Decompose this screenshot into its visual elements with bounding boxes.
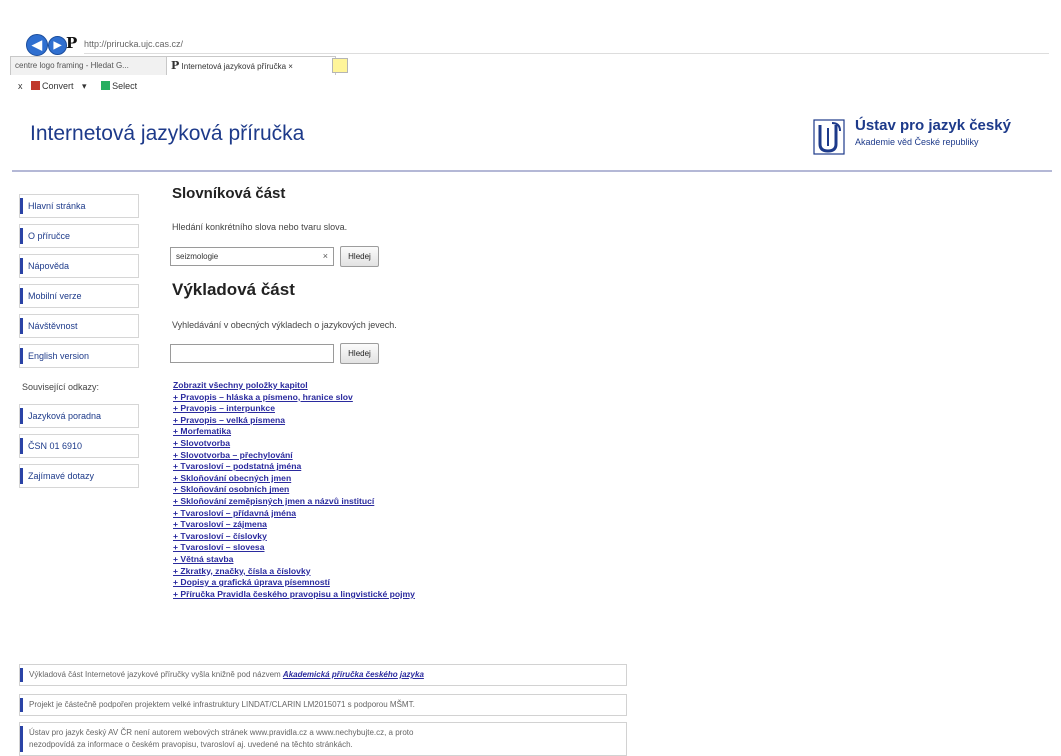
sidebar-item-csn[interactable]: ČSN 01 6910 (19, 434, 139, 458)
sidebar-item-label: Návštěvnost (28, 321, 78, 331)
select-label: Select (112, 81, 138, 91)
sidebar-item-label: English version (28, 351, 90, 361)
footer-marker (20, 726, 23, 752)
chevron-down-icon: ▾ (82, 81, 87, 91)
chapter-link[interactable]: + Pravopis – interpunkce (173, 403, 573, 415)
chapter-links: Zobrazit všechny položky kapitol + Pravo… (173, 380, 573, 600)
forward-button[interactable]: ▶ (48, 36, 67, 55)
pdf-toolbar: x Convert ▾ Select (18, 78, 149, 94)
institute-logo-icon (813, 119, 845, 155)
tab-close-icon[interactable]: × (288, 62, 293, 71)
dictionary-search-button[interactable]: Hledej (340, 246, 379, 267)
close-toolbar-icon[interactable]: x (18, 81, 23, 91)
sidebar-marker (20, 198, 23, 214)
chapter-link[interactable]: + Tvarosloví – přídavná jména (173, 508, 573, 520)
chapter-link[interactable]: + Skloňování osobních jmen (173, 484, 573, 496)
tab-label: Internetová jazyková příručka (181, 62, 287, 71)
tab-strip: centre logo framing - Hledat G... P Inte… (10, 56, 1050, 75)
dictionary-search-input[interactable]: seizmologie × (170, 247, 334, 266)
tab-favicon: P (171, 59, 180, 72)
arrow-right-icon: ▶ (53, 40, 62, 51)
sidebar-marker (20, 348, 23, 364)
sidebar-item-label: Jazyková poradna (28, 411, 102, 421)
select-button[interactable]: Select (101, 81, 143, 91)
tab-prirucka[interactable]: P Internetová jazyková příručka × (166, 56, 336, 75)
sidebar-item-label: Zajímavé dotazy (28, 471, 95, 481)
tab-label: centre logo framing - Hledat G... (15, 61, 129, 70)
chapter-link-all[interactable]: Zobrazit všechny položky kapitol (173, 380, 573, 392)
chapter-link[interactable]: + Pravopis – hláska a písmeno, hranice s… (173, 392, 573, 404)
convert-label: Convert (42, 81, 74, 91)
explanatory-description: Vyhledávání v obecných výkladech o jazyk… (172, 320, 397, 330)
arrow-left-icon: ◀ (32, 37, 42, 52)
footer-book-text: Výkladová část Internetové jazykové přír… (29, 670, 281, 679)
new-tab-button[interactable] (332, 58, 348, 73)
sidebar-item-label: Hlavní stránka (28, 201, 86, 211)
convert-icon (31, 81, 41, 90)
chapter-link[interactable]: + Tvarosloví – číslovky (173, 531, 573, 543)
footer-project-text: Projekt je částečně podpořen projektem v… (29, 700, 415, 709)
address-bar[interactable]: http://prirucka.ujc.cas.cz/ (84, 35, 1049, 54)
sidebar-item-english[interactable]: English version (19, 344, 139, 368)
footer-marker (20, 698, 23, 712)
sidebar-marker (20, 228, 23, 244)
dictionary-search-value: seizmologie (176, 252, 219, 261)
clear-icon[interactable]: × (323, 248, 328, 265)
chapter-link[interactable]: + Slovotvorba (173, 438, 573, 450)
footer-book-link[interactable]: Akademická příručka českého jazyka (283, 670, 424, 679)
explanatory-heading: Výkladová část (172, 280, 295, 299)
site-favicon: P (66, 34, 78, 52)
institute-subtitle: Akademie věd České republiky (855, 137, 979, 147)
institute-name[interactable]: Ústav pro jazyk český (855, 117, 1011, 134)
sidebar-marker (20, 258, 23, 274)
header-divider (12, 170, 1052, 172)
back-button[interactable]: ◀ (26, 34, 48, 56)
sidebar-marker (20, 438, 23, 454)
footer-book-note: Výkladová část Internetové jazykové přír… (19, 664, 627, 686)
chapter-link[interactable]: + Zkratky, značky, čísla a číslovky (173, 566, 573, 578)
footer-disclaimer: Ústav pro jazyk český AV ČR není autorem… (19, 722, 627, 756)
sidebar-item-home[interactable]: Hlavní stránka (19, 194, 139, 218)
sidebar-marker (20, 408, 23, 424)
chapter-link[interactable]: + Větná stavba (173, 554, 573, 566)
sidebar-item-interesting[interactable]: Zajímavé dotazy (19, 464, 139, 488)
tab-google-search[interactable]: centre logo framing - Hledat G... (10, 56, 170, 75)
chapter-link[interactable]: + Skloňování zeměpisných jmen a názvů in… (173, 496, 573, 508)
chapter-link[interactable]: + Morfematika (173, 426, 573, 438)
chapter-link[interactable]: + Tvarosloví – slovesa (173, 542, 573, 554)
sidebar-item-poradna[interactable]: Jazyková poradna (19, 404, 139, 428)
dictionary-heading: Slovníková část (172, 185, 286, 202)
select-icon (101, 81, 111, 90)
convert-button[interactable]: Convert ▾ (31, 81, 93, 91)
sidebar-marker (20, 468, 23, 484)
sidebar-marker (20, 288, 23, 304)
sidebar-item-label: Nápověda (28, 261, 70, 271)
footer-disclaimer-line1: Ústav pro jazyk český AV ČR není autorem… (29, 728, 414, 737)
footer-disclaimer-line2: nezodpovídá za informace o českém pravop… (29, 740, 353, 749)
sidebar-item-label: ČSN 01 6910 (28, 441, 83, 451)
related-links-label: Související odkazy: (22, 382, 100, 392)
sidebar-item-label: Mobilní verze (28, 291, 82, 301)
chapter-link[interactable]: + Pravopis – velká písmena (173, 415, 573, 427)
chapter-link[interactable]: + Tvarosloví – zájmena (173, 519, 573, 531)
dictionary-description: Hledání konkrétního slova nebo tvaru slo… (172, 222, 348, 232)
institute-logo[interactable] (812, 118, 846, 156)
explanatory-search-input[interactable] (170, 344, 334, 363)
site-title[interactable]: Internetová jazyková příručka (30, 122, 304, 146)
sidebar-marker (20, 318, 23, 334)
chapter-link[interactable]: + Slovotvorba – přechylování (173, 450, 573, 462)
sidebar-item-traffic[interactable]: Návštěvnost (19, 314, 139, 338)
footer-project-note: Projekt je částečně podpořen projektem v… (19, 694, 627, 716)
sidebar-item-about[interactable]: O příručce (19, 224, 139, 248)
browser-chrome: ◀ ▶ P http://prirucka.ujc.cas.cz/ centre… (0, 0, 1061, 113)
explanatory-search-button[interactable]: Hledej (340, 343, 379, 364)
footer-marker (20, 668, 23, 682)
chapter-link[interactable]: + Dopisy a grafická úprava písemností (173, 577, 573, 589)
chapter-link[interactable]: + Příručka Pravidla českého pravopisu a … (173, 589, 573, 601)
sidebar-item-mobile[interactable]: Mobilní verze (19, 284, 139, 308)
sidebar-item-help[interactable]: Nápověda (19, 254, 139, 278)
chapter-link[interactable]: + Tvarosloví – podstatná jména (173, 461, 573, 473)
chapter-link[interactable]: + Skloňování obecných jmen (173, 473, 573, 485)
sidebar-item-label: O příručce (28, 231, 71, 241)
